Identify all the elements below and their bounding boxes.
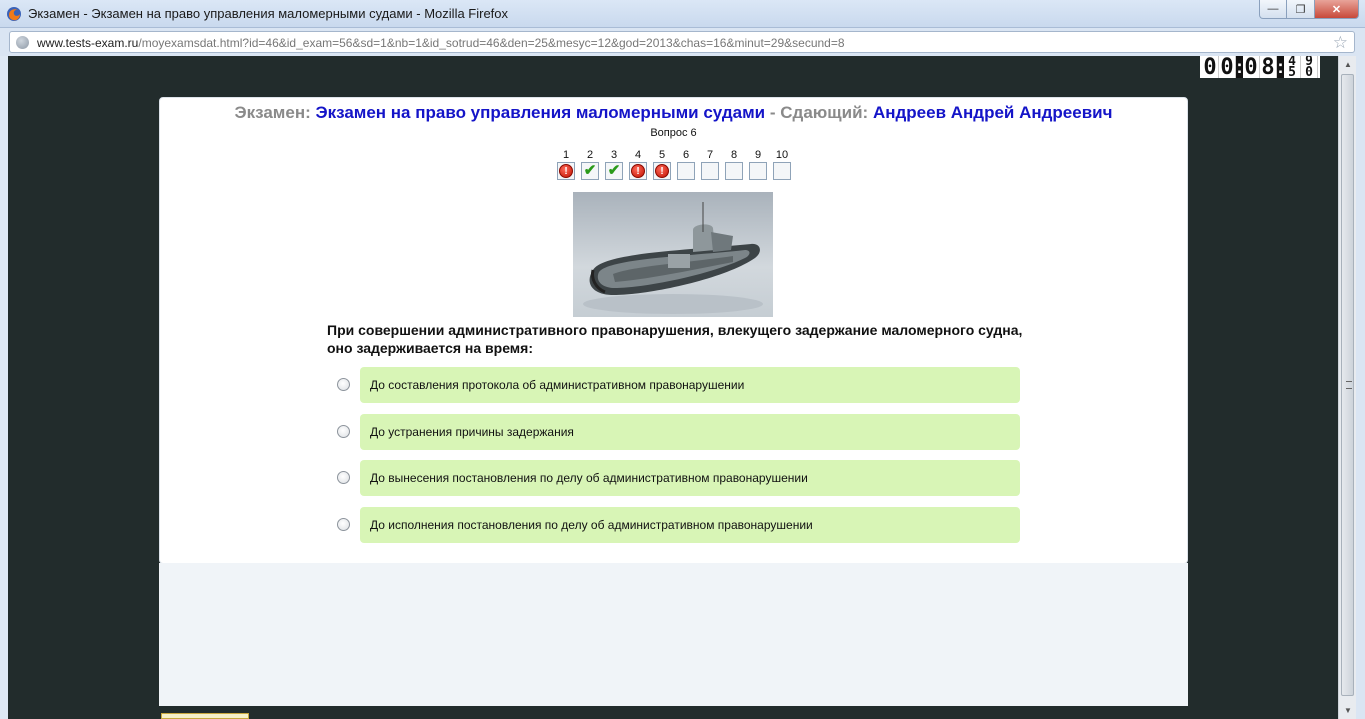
- window-controls: — ❐ ✕: [1259, 0, 1359, 19]
- question-nav-box[interactable]: !: [653, 162, 671, 180]
- wrong-answer-icon: !: [655, 164, 669, 178]
- timer-seconds-tens-bottom: 5: [1288, 65, 1296, 78]
- timer-minutes-ones: 8: [1260, 56, 1277, 78]
- answer-text[interactable]: До вынесения постановления по делу об ад…: [360, 460, 1020, 496]
- scroll-down-arrow-icon[interactable]: ▼: [1339, 702, 1357, 719]
- exam-label: Экзамен:: [234, 103, 311, 122]
- window-title: Экзамен - Экзамен на право управления ма…: [28, 6, 509, 21]
- exam-timer: 0 0 : 0 8 : 4 5 9 0: [1200, 56, 1320, 78]
- scroll-up-arrow-icon[interactable]: ▲: [1339, 56, 1357, 73]
- question-nav-box[interactable]: [749, 162, 767, 180]
- question-nav-box[interactable]: ✔: [581, 162, 599, 180]
- question-nav-number: 6: [682, 149, 690, 161]
- vertical-scrollbar[interactable]: ▲ ▼: [1338, 56, 1356, 719]
- site-identity-icon[interactable]: [16, 36, 29, 49]
- question-nav-item[interactable]: 9: [749, 149, 767, 180]
- window-title-bar: Экзамен - Экзамен на право управления ма…: [0, 0, 1365, 28]
- timer-separator: :: [1236, 56, 1243, 78]
- timer-hours-ones: 0: [1219, 56, 1236, 78]
- question-nav-number: 8: [730, 149, 738, 161]
- question-nav-box[interactable]: [773, 162, 791, 180]
- question-image: [573, 192, 773, 317]
- examinee-name: Андреев Андрей Андреевич: [872, 103, 1113, 122]
- answer-text[interactable]: До исполнения постановления по делу об а…: [360, 506, 1020, 543]
- exam-panel: Экзамен: Экзамен на право управления мал…: [159, 97, 1188, 564]
- status-notification: [161, 713, 249, 719]
- timer-seconds-ones: 9 0: [1301, 56, 1318, 78]
- question-nav-number: 1: [562, 149, 570, 161]
- navigation-bar: www.tests-exam.ru/moyexamsdat.html?id=46…: [0, 28, 1365, 56]
- answer-radio[interactable]: [337, 517, 350, 531]
- correct-answer-check-icon: ✔: [607, 162, 621, 179]
- question-nav-number: 5: [658, 149, 666, 161]
- url-bar[interactable]: www.tests-exam.ru/moyexamsdat.html?id=46…: [9, 31, 1355, 53]
- question-nav-box[interactable]: [677, 162, 695, 180]
- page-lower-area: [159, 563, 1188, 706]
- wrong-answer-icon: !: [631, 164, 645, 178]
- question-nav-item[interactable]: 2 ✔: [581, 149, 599, 180]
- question-nav-number: 4: [634, 149, 642, 161]
- examinee-label: Сдающий:: [780, 103, 869, 122]
- answer-radio[interactable]: [337, 424, 350, 438]
- answer-radio[interactable]: [337, 378, 350, 391]
- timer-seconds-ones-bottom: 0: [1305, 65, 1313, 78]
- question-nav-item[interactable]: 1!: [557, 149, 575, 180]
- question-nav-number: 9: [754, 149, 762, 161]
- question-nav-item[interactable]: 8: [725, 149, 743, 180]
- question-nav-box[interactable]: !: [557, 162, 575, 180]
- question-nav-item[interactable]: 4!: [629, 149, 647, 180]
- question-nav-number: 10: [775, 149, 789, 161]
- exam-name: Экзамен на право управления маломерными …: [315, 103, 766, 122]
- question-nav-item[interactable]: 5!: [653, 149, 671, 180]
- question-navigator: 1! 2 ✔ 3 ✔ 4! 5! 6 7 8 9 10: [557, 149, 791, 180]
- boat-illustration: [583, 202, 763, 314]
- answer-text[interactable]: До составления протокола об администрати…: [360, 367, 1020, 403]
- question-nav-box[interactable]: !: [629, 162, 647, 180]
- question-number: Вопрос 6: [650, 127, 697, 139]
- url-text[interactable]: www.tests-exam.ru/moyexamsdat.html?id=46…: [37, 36, 845, 50]
- bookmark-star-icon[interactable]: ☆: [1333, 33, 1348, 53]
- url-path: /moyexamsdat.html?id=46&id_exam=56&sd=1&…: [138, 36, 845, 50]
- question-nav-number: 3: [610, 149, 618, 161]
- timer-separator: :: [1277, 56, 1284, 78]
- timer-hours-tens: 0: [1202, 56, 1219, 78]
- question-nav-item[interactable]: 3 ✔: [605, 149, 623, 180]
- question-nav-number: 2: [586, 149, 594, 161]
- minimize-button[interactable]: —: [1259, 0, 1287, 19]
- answer-radio[interactable]: [337, 471, 350, 484]
- firefox-icon: [7, 7, 21, 21]
- timer-minutes-tens: 0: [1243, 56, 1260, 78]
- url-host: www.tests-exam.ru: [37, 36, 139, 50]
- header-dash: -: [769, 103, 776, 122]
- question-text: При совершении административного правона…: [327, 322, 1023, 356]
- question-nav-box[interactable]: ✔: [605, 162, 623, 180]
- scroll-thumb[interactable]: [1341, 74, 1354, 696]
- question-nav-item[interactable]: 10: [773, 149, 791, 180]
- answer-text[interactable]: До устранения причины задержания: [360, 413, 1020, 450]
- restore-button[interactable]: ❐: [1287, 0, 1315, 19]
- correct-answer-check-icon: ✔: [583, 162, 597, 179]
- wrong-answer-icon: !: [559, 164, 573, 178]
- question-nav-box[interactable]: [725, 162, 743, 180]
- question-nav-number: 7: [706, 149, 714, 161]
- timer-seconds-tens: 4 5: [1284, 56, 1301, 78]
- question-nav-item[interactable]: 7: [701, 149, 719, 180]
- question-nav-box[interactable]: [701, 162, 719, 180]
- question-nav-item[interactable]: 6: [677, 149, 695, 180]
- scroll-grip-icon: [1346, 381, 1352, 389]
- window-frame-right: [1356, 56, 1365, 719]
- exam-header: Экзамен: Экзамен на право управления мал…: [160, 103, 1187, 123]
- close-button[interactable]: ✕: [1315, 0, 1359, 19]
